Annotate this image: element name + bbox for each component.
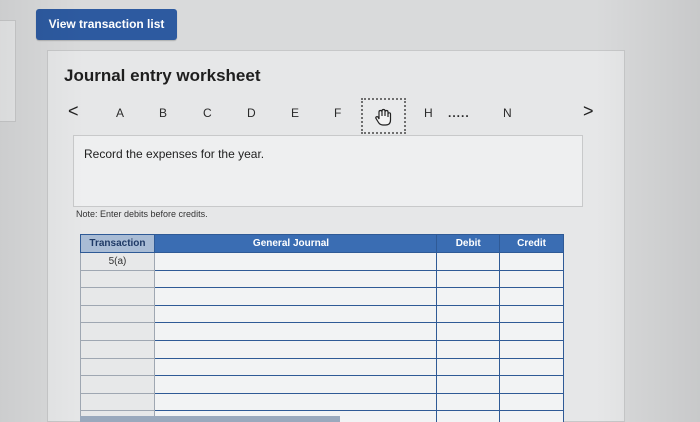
- debit-input[interactable]: [436, 304, 501, 324]
- table-row: [80, 304, 564, 324]
- account-input[interactable]: [153, 339, 438, 359]
- tab-c[interactable]: C: [203, 106, 212, 120]
- tab-e[interactable]: E: [291, 106, 299, 120]
- bottom-scroll-bar[interactable]: [80, 416, 340, 422]
- tab-current-active[interactable]: [361, 98, 406, 134]
- credit-input[interactable]: [499, 410, 564, 422]
- col-transaction: Transaction: [80, 234, 155, 253]
- debit-input[interactable]: [436, 357, 501, 377]
- debit-input[interactable]: [436, 392, 501, 412]
- table-row: [80, 375, 564, 394]
- col-debit: Debit: [436, 234, 501, 253]
- credit-input[interactable]: [499, 287, 564, 306]
- left-edge-strip: [0, 20, 16, 122]
- account-input[interactable]: [153, 357, 438, 377]
- debit-input[interactable]: [436, 252, 501, 271]
- credit-input[interactable]: [499, 339, 564, 359]
- worksheet-title: Journal entry worksheet: [64, 66, 261, 85]
- debit-input[interactable]: [436, 339, 501, 359]
- journal-header-row: Transaction General Journal Debit Credit: [80, 234, 564, 253]
- prev-arrow-icon[interactable]: <: [68, 101, 79, 122]
- next-arrow-icon[interactable]: >: [583, 101, 594, 122]
- transaction-cell: [80, 357, 155, 377]
- journal-table: Transaction General Journal Debit Credit…: [80, 234, 564, 422]
- tab-b[interactable]: B: [159, 106, 167, 120]
- table-row: [80, 287, 564, 306]
- transaction-cell: [80, 375, 155, 394]
- credit-input[interactable]: [499, 375, 564, 394]
- account-input[interactable]: [153, 392, 438, 412]
- table-row: [80, 357, 564, 377]
- credit-input[interactable]: [499, 392, 564, 412]
- hand-pointer-icon: [375, 108, 392, 126]
- transaction-cell: [80, 287, 155, 306]
- transaction-cell: [80, 304, 155, 324]
- note-text: Note: Enter debits before credits.: [76, 209, 208, 219]
- table-row: [80, 269, 564, 289]
- transaction-cell: 5(a): [80, 252, 155, 271]
- tab-a[interactable]: A: [116, 106, 124, 120]
- account-input[interactable]: [153, 322, 438, 341]
- tab-f[interactable]: F: [334, 106, 341, 120]
- debit-input[interactable]: [436, 375, 501, 394]
- account-input[interactable]: [153, 269, 438, 289]
- transaction-cell: [80, 269, 155, 289]
- account-input[interactable]: [153, 375, 438, 394]
- debit-input[interactable]: [436, 269, 501, 289]
- tab-ellipsis[interactable]: .....: [448, 106, 470, 120]
- instruction-text: Record the expenses for the year.: [84, 147, 265, 161]
- view-transaction-list-button[interactable]: View transaction list: [36, 9, 177, 40]
- table-row: 5(a): [80, 252, 564, 271]
- credit-input[interactable]: [499, 322, 564, 341]
- account-input[interactable]: [153, 252, 438, 271]
- col-general-journal: General Journal: [153, 234, 438, 253]
- credit-input[interactable]: [499, 357, 564, 377]
- debit-input[interactable]: [436, 322, 501, 341]
- table-row: [80, 322, 564, 341]
- debit-input[interactable]: [436, 410, 501, 422]
- debit-input[interactable]: [436, 287, 501, 306]
- account-input[interactable]: [153, 304, 438, 324]
- transaction-cell: [80, 392, 155, 412]
- table-row: [80, 392, 564, 412]
- instruction-box: Record the expenses for the year.: [73, 135, 583, 207]
- table-row: [80, 339, 564, 359]
- transaction-cell: [80, 339, 155, 359]
- tab-n[interactable]: N: [503, 106, 512, 120]
- credit-input[interactable]: [499, 304, 564, 324]
- credit-input[interactable]: [499, 269, 564, 289]
- transaction-cell: [80, 322, 155, 341]
- account-input[interactable]: [153, 287, 438, 306]
- tab-h[interactable]: H: [424, 106, 433, 120]
- col-credit: Credit: [499, 234, 564, 253]
- credit-input[interactable]: [499, 252, 564, 271]
- tab-d[interactable]: D: [247, 106, 256, 120]
